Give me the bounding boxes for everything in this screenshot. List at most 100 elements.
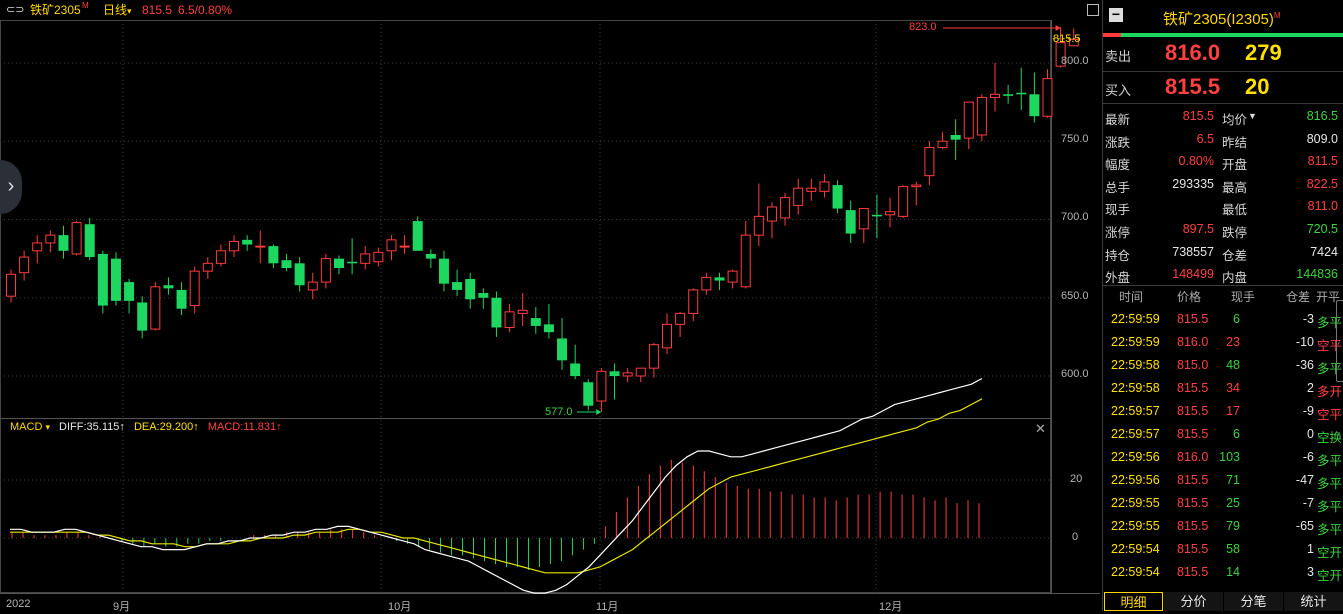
stat-row: 涨停 897.5 跌停 720.5 (1103, 219, 1343, 241)
stat-value: 738557 (1172, 244, 1214, 259)
stat-value: 897.5 (1182, 222, 1214, 236)
symbol-mark: M (82, 1, 89, 10)
candle-body (360, 253, 371, 264)
th-price: 价格 (1177, 290, 1202, 304)
period-selector[interactable]: 日线▾ (103, 0, 132, 21)
trade-row[interactable]: 22:59:54 815.5 58 1 空开 (1103, 538, 1343, 561)
trade-row[interactable]: 22:59:57 815.5 6 0 空换 (1103, 423, 1343, 446)
maximize-icon[interactable] (1087, 4, 1099, 16)
macd-selector[interactable]: MACD ▾ (10, 421, 50, 433)
trade-time: 22:59:57 (1111, 427, 1160, 441)
divider (1103, 71, 1343, 72)
time-tick-2022: 2022 (6, 598, 31, 610)
candle-body (163, 285, 174, 289)
trade-time: 22:59:59 (1111, 312, 1160, 326)
candle-body (176, 289, 187, 309)
trade-price: 816.0 (1177, 450, 1209, 464)
trade-qty: 71 (1226, 473, 1240, 487)
trade-row[interactable]: 22:59:56 816.0 103 -6 多平 (1103, 446, 1343, 469)
stat-value: 293335 (1172, 176, 1214, 191)
symbol-label[interactable]: 铁矿2305 (30, 0, 81, 20)
stat-label: 仓差 (1222, 248, 1248, 263)
trade-kind: 多平 (1317, 477, 1343, 491)
candle-body (557, 338, 568, 361)
trade-row[interactable]: 22:59:57 815.5 17 -9 空平 (1103, 400, 1343, 423)
tab-statistics[interactable]: 统计 (1284, 592, 1343, 611)
candle-body (622, 372, 633, 377)
header-change: 6.5/0.80% (178, 3, 233, 17)
candle-body (189, 270, 200, 307)
macd-header: MACD ▾ DIFF:35.115↑ DEA:29.200↑ MACD:11.… (10, 421, 282, 433)
candle-body (596, 370, 607, 402)
candle-body (373, 251, 384, 263)
trade-row[interactable]: 22:59:58 815.5 34 2 多开 (1103, 377, 1343, 400)
candle-body (97, 253, 108, 306)
candle-body (911, 184, 922, 188)
candle-body (780, 197, 791, 219)
trade-time: 22:59:56 (1111, 450, 1160, 464)
candle-body (766, 206, 777, 222)
macd-caret-icon: ▾ (45, 422, 50, 432)
trade-oi-diff: -6 (1302, 450, 1314, 464)
candle-body (268, 246, 279, 264)
candle-body (386, 239, 397, 252)
chart-switch-icon[interactable]: ⊂⊃ (6, 0, 24, 20)
candle-body (124, 282, 135, 301)
macd-tick-0: 0 (1072, 531, 1079, 543)
trade-kind: 空换 (1317, 431, 1343, 445)
tab-tick-trades[interactable]: 分笔 (1224, 592, 1283, 611)
trade-row[interactable]: 22:59:55 815.5 25 -7 多平 (1103, 492, 1343, 515)
header-price: 815.5 (142, 3, 173, 17)
candle-body (229, 240, 240, 252)
candle-body (1003, 94, 1014, 96)
macd-dea-value: DEA:29.200↑ (133, 421, 199, 433)
trade-row[interactable]: 22:59:56 815.5 71 -47 多平 (1103, 469, 1343, 492)
stat-value: 6.5 (1196, 131, 1214, 146)
candle-body (740, 234, 751, 288)
trade-row[interactable]: 22:59:59 816.0 23 -10 空平 (1103, 331, 1343, 354)
collapse-minus-icon[interactable]: − (1109, 7, 1123, 22)
tab-price-distribution[interactable]: 分价 (1164, 592, 1223, 611)
candle-body (517, 309, 528, 314)
stat-label: 最新 (1105, 113, 1131, 127)
stats-grid: 最新 815.5 均价 ▼ 816.5 涨跌 6.5 昨结 809.0 幅度 0.80% 开盘 811.… (1103, 106, 1343, 286)
candle-body (294, 263, 305, 286)
trade-row[interactable]: 22:59:54 815.5 14 3 空开 (1103, 561, 1343, 584)
candle-body (255, 245, 266, 248)
stat-label: 涨停 (1105, 226, 1131, 240)
sell-label: 卖出 (1105, 49, 1132, 64)
trade-kind: 空平 (1317, 408, 1343, 422)
trade-row[interactable]: 22:59:55 815.5 79 -65 多平 (1103, 515, 1343, 538)
macd-diff-value: DIFF:35.115↑ (59, 421, 125, 433)
candle-body (438, 258, 449, 284)
dropdown-arrow-icon[interactable]: ▼ (1248, 111, 1257, 121)
kline-chart-svg[interactable] (0, 0, 1100, 611)
candle-body (609, 371, 620, 376)
candle-body (990, 93, 1000, 98)
trades-list[interactable]: 22:59:59 815.5 6 -3 多平 22:59:59 816.0 23 -10 空平 22… (1103, 308, 1343, 586)
low-marker-arrowhead (596, 409, 602, 415)
trade-row[interactable]: 22:59:59 815.5 6 -3 多平 (1103, 308, 1343, 331)
trade-row[interactable]: 22:59:58 815.0 48 -36 多平 (1103, 354, 1343, 377)
low-marker-label: 577.0 (545, 406, 573, 418)
trade-qty: 58 (1226, 542, 1240, 556)
trade-kind: 多开 (1317, 385, 1343, 399)
stat-label: 跌停 (1222, 226, 1248, 240)
candle-body (137, 302, 148, 331)
trades-scrollbar[interactable] (1336, 300, 1343, 382)
stat-label: 幅度 (1105, 158, 1131, 173)
tab-details[interactable]: 明细 (1104, 592, 1163, 611)
current-price-tag: 815.5 (1053, 33, 1081, 45)
close-icon[interactable]: ✕ (1035, 421, 1046, 437)
candle-body (412, 221, 423, 251)
trade-kind: 多平 (1317, 523, 1343, 537)
trade-oi-diff: 3 (1307, 565, 1314, 579)
trade-qty: 14 (1226, 565, 1240, 579)
trade-time: 22:59:59 (1111, 335, 1160, 349)
stat-label: 最高 (1222, 180, 1248, 195)
kline-chart-area[interactable]: ⊂⊃ 铁矿2305 M 日线▾ 815.5 6.5/0.80% › 815.5 … (0, 0, 1100, 613)
candle-body (543, 324, 554, 333)
trade-oi-diff: -9 (1302, 404, 1314, 418)
macd-macd-value: MACD:11.831↑ (207, 421, 282, 433)
trade-kind: 多平 (1317, 454, 1343, 468)
